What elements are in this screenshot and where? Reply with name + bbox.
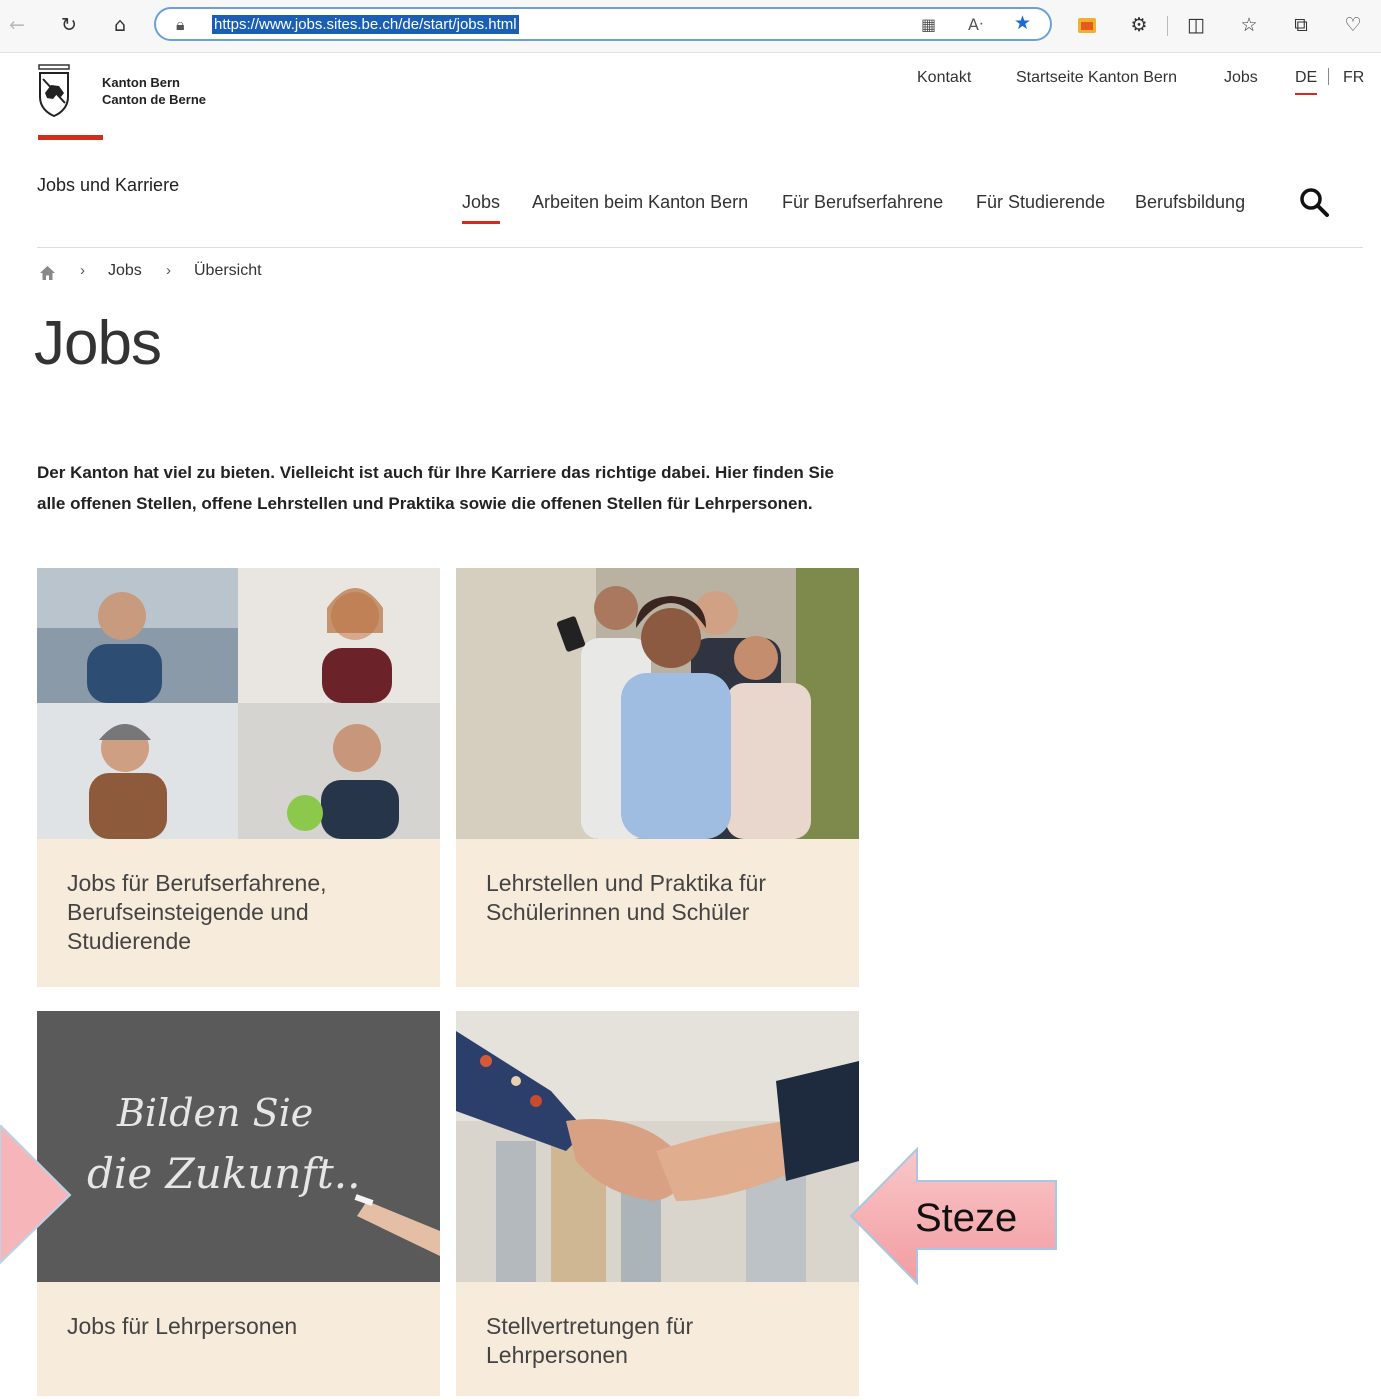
service-nav-kontakt[interactable]: Kontakt <box>917 69 971 87</box>
language-de[interactable]: DE <box>1295 69 1318 95</box>
extension-icon[interactable] <box>1074 12 1100 38</box>
address-bar[interactable]: 🔒︎ https://www.jobs.sites.be.ch/de/start… <box>154 7 1052 41</box>
nav-berufserfahrene[interactable]: Für Berufserfahrene <box>782 192 943 213</box>
language-divider <box>1328 68 1329 85</box>
logo-line-fr: Canton de Berne <box>102 92 207 107</box>
back-icon[interactable]: ← <box>4 12 30 38</box>
nav-jobs[interactable]: Jobs <box>462 192 501 224</box>
browser-toolbar: ← ↻ ⌂ 🔒︎ https://www.jobs.sites.be.ch/de… <box>0 0 1381 53</box>
chevron-right-icon: › <box>166 262 171 279</box>
refresh-icon[interactable]: ↻ <box>56 12 82 38</box>
breadcrumb-home-icon[interactable] <box>39 265 56 281</box>
intro-text: Der Kanton hat viel zu bieten. Vielleich… <box>37 463 835 513</box>
lock-icon: 🔒︎ <box>176 15 185 34</box>
header-divider <box>37 247 1363 248</box>
nav-berufsbildung[interactable]: Berufsbildung <box>1135 192 1245 213</box>
page-title: Jobs <box>34 309 162 378</box>
collections-icon[interactable]: ⧉ <box>1288 12 1314 38</box>
site-title[interactable]: Jobs und Karriere <box>37 175 179 196</box>
annotation-arrow-left <box>0 1125 72 1265</box>
read-aloud-icon[interactable]: Aᐧ <box>968 15 983 34</box>
nav-studierende[interactable]: Für Studierende <box>976 192 1105 213</box>
toolbar-divider <box>1167 16 1168 36</box>
chalk-text-line1: Bilden Sie <box>117 1091 314 1135</box>
tile-lehrpersonen[interactable]: Bilden Sie die Zukunft.. Jobs für Lehrpe… <box>37 1011 440 1396</box>
favorites-icon[interactable]: ☆ <box>1236 12 1262 38</box>
tile-caption: Jobs für Lehrpersonen <box>67 1313 298 1339</box>
logo-text[interactable]: Kanton Bern Canton de Berne <box>102 74 206 108</box>
browser-essentials-icon[interactable]: ♡ <box>1340 12 1366 38</box>
home-icon[interactable]: ⌂ <box>107 12 133 38</box>
tile-stellvertretungen[interactable]: Stellvertretungen für Lehrpersonen <box>456 1011 859 1396</box>
url-text[interactable]: https://www.jobs.sites.be.ch/de/start/jo… <box>212 15 519 34</box>
language-fr[interactable]: FR <box>1343 69 1364 87</box>
chevron-right-icon: › <box>80 262 85 279</box>
tile-lehrstellen[interactable]: Lehrstellen und Praktika für Schülerinne… <box>456 568 859 987</box>
search-icon[interactable] <box>1298 186 1330 218</box>
tile-caption: Jobs für Berufserfahrene, Berufseinsteig… <box>67 870 327 954</box>
logo-accent-bar <box>38 135 103 140</box>
annotation-label-steze: Steze <box>915 1196 1018 1240</box>
favorite-star-icon[interactable]: ★ <box>1014 12 1031 34</box>
logo-line-de: Kanton Bern <box>102 75 180 90</box>
service-nav-jobs[interactable]: Jobs <box>1224 69 1258 87</box>
puzzle-icon[interactable]: ⚙ <box>1126 12 1152 38</box>
app-grid-icon[interactable]: ▦ <box>921 15 936 34</box>
tile-berufserfahrene[interactable]: Jobs für Berufserfahrene, Berufseinsteig… <box>37 568 440 987</box>
breadcrumb-jobs[interactable]: Jobs <box>108 262 142 280</box>
canton-bern-logo-icon[interactable] <box>37 63 71 119</box>
breadcrumb-current: Übersicht <box>194 262 262 279</box>
tile-image-handshake <box>456 1011 859 1282</box>
nav-arbeiten[interactable]: Arbeiten beim Kanton Bern <box>532 192 748 213</box>
tile-caption: Lehrstellen und Praktika für Schülerinne… <box>486 870 766 925</box>
split-screen-icon[interactable]: ◫ <box>1183 12 1209 38</box>
tile-caption: Stellvertretungen für Lehrpersonen <box>486 1313 694 1368</box>
tile-image-students <box>456 568 859 839</box>
tile-image-portraits <box>37 568 440 839</box>
service-nav-startseite[interactable]: Startseite Kanton Bern <box>1016 69 1177 87</box>
tile-image-chalkboard: Bilden Sie die Zukunft.. <box>37 1011 440 1282</box>
chalk-text-line2: die Zukunft.. <box>87 1149 361 1198</box>
